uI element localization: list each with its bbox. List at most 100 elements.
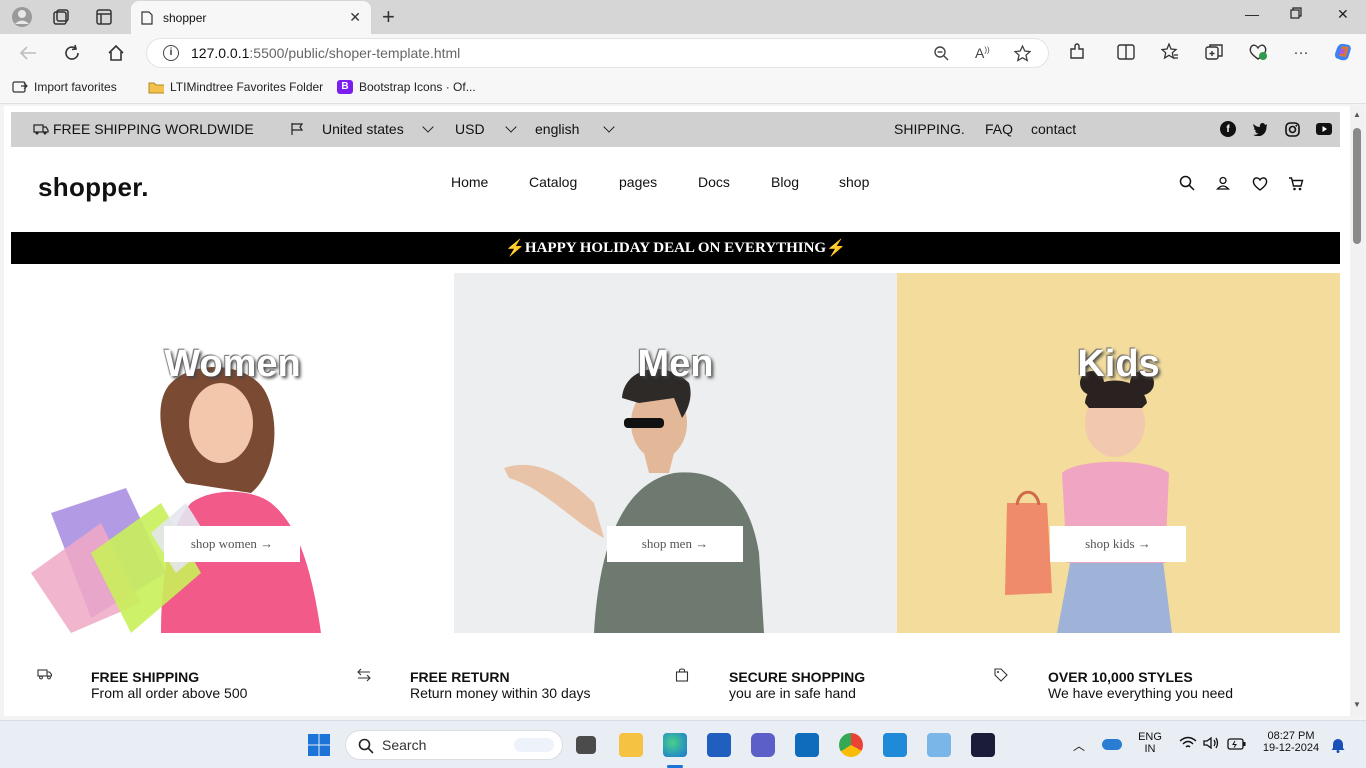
nav-shop[interactable]: shop xyxy=(839,174,869,190)
task-view-icon[interactable] xyxy=(576,736,596,754)
heart-icon[interactable] xyxy=(1251,174,1269,192)
facebook-icon[interactable]: f xyxy=(1220,121,1236,137)
shop-women-button[interactable]: shop women → xyxy=(164,526,300,562)
bootstrap-icon: B xyxy=(337,80,353,94)
collections-icon[interactable] xyxy=(1204,42,1224,62)
site-info-icon[interactable]: i xyxy=(163,45,179,61)
favorite-label: Import favorites xyxy=(34,80,117,94)
favorite-bootstrap-icons[interactable]: B Bootstrap Icons · Of... xyxy=(337,80,476,94)
taskbar-search-box[interactable]: Search xyxy=(345,730,563,760)
nav-blog[interactable]: Blog xyxy=(771,174,799,190)
url-host: 127.0.0.1 xyxy=(191,45,250,61)
feature-subtitle: you are in safe hand xyxy=(729,685,856,701)
outlook-icon[interactable] xyxy=(795,733,819,757)
snipping-tool-icon[interactable] xyxy=(927,733,951,757)
vs-code-icon[interactable] xyxy=(883,733,907,757)
minimize-button[interactable]: — xyxy=(1245,6,1259,22)
favorite-import[interactable]: Import favorites xyxy=(12,80,117,94)
favorites-icon[interactable] xyxy=(1160,42,1180,62)
read-aloud-icon[interactable]: A)) xyxy=(975,45,990,61)
profile-icon[interactable] xyxy=(11,6,33,28)
home-button[interactable] xyxy=(105,42,127,64)
copilot-icon[interactable] xyxy=(1333,42,1353,62)
chrome-icon[interactable] xyxy=(839,733,863,757)
nav-docs[interactable]: Docs xyxy=(698,174,730,190)
battery-icon[interactable] xyxy=(1227,737,1247,755)
nav-catalog[interactable]: Catalog xyxy=(529,174,577,190)
extensions-icon[interactable] xyxy=(1067,42,1087,62)
shopping-bag-icon xyxy=(675,668,689,682)
feature-title: FREE SHIPPING xyxy=(91,669,200,685)
youtube-icon[interactable] xyxy=(1316,121,1332,137)
scrollbar-thumb[interactable] xyxy=(1353,128,1361,244)
lightning-icon: ⚡ xyxy=(504,240,525,257)
file-explorer-icon[interactable] xyxy=(619,733,643,757)
user-icon[interactable] xyxy=(1214,174,1232,192)
web-page: FREE SHIPPING WORLDWIDE United states US… xyxy=(4,106,1350,716)
language-indicator[interactable]: ENG IN xyxy=(1136,731,1164,755)
search-icon xyxy=(358,738,374,754)
show-hidden-icons-chevron-icon[interactable]: ︿ xyxy=(1073,737,1085,754)
back-button[interactable] xyxy=(17,42,39,64)
notification-bell-icon[interactable] xyxy=(1330,737,1346,758)
cart-icon[interactable] xyxy=(1287,174,1305,192)
faq-link[interactable]: FAQ xyxy=(985,121,1013,137)
browser-essentials-icon[interactable] xyxy=(1248,42,1268,62)
shipping-link[interactable]: SHIPPING. xyxy=(894,121,965,137)
search-icon[interactable] xyxy=(1178,174,1196,192)
close-window-button[interactable]: ✕ xyxy=(1337,6,1349,23)
feature-title: SECURE SHOPPING xyxy=(729,669,866,685)
folder-icon xyxy=(148,82,164,94)
url-field[interactable]: i 127.0.0.1:5500/public/shoper-template.… xyxy=(146,38,1049,68)
shipping-link-text: SHIPPING. xyxy=(894,121,965,137)
scroll-down-icon[interactable]: ▼ xyxy=(1353,700,1361,709)
split-screen-icon[interactable] xyxy=(1116,42,1136,62)
site-logo[interactable]: shopper. xyxy=(38,172,149,203)
country-selector[interactable]: United states xyxy=(290,121,434,137)
page-scrollbar[interactable]: ▲ ▼ xyxy=(1350,106,1364,716)
microsoft-store-icon[interactable] xyxy=(707,733,731,757)
shop-men-button[interactable]: shop men → xyxy=(607,526,743,562)
twitter-icon[interactable] xyxy=(1252,121,1268,137)
shop-kids-button[interactable]: shop kids → xyxy=(1050,526,1186,562)
country-label: United states xyxy=(322,121,404,137)
refresh-button[interactable] xyxy=(61,42,83,64)
tab-actions-icon[interactable] xyxy=(93,6,115,28)
import-icon xyxy=(12,81,28,93)
clock[interactable]: 08:27 PM 19-12-2024 xyxy=(1256,730,1326,754)
truck-icon xyxy=(33,124,49,135)
page-icon xyxy=(141,10,153,25)
feature-subtitle: From all order above 500 xyxy=(91,685,248,701)
start-windows-icon[interactable] xyxy=(307,733,331,757)
volume-icon[interactable] xyxy=(1203,736,1221,755)
restore-button[interactable] xyxy=(1290,6,1302,22)
webex-icon[interactable] xyxy=(971,733,995,757)
contact-link[interactable]: contact xyxy=(1031,121,1076,137)
category-women[interactable]: Women shop women → xyxy=(11,273,454,633)
zoom-icon[interactable] xyxy=(933,45,949,64)
favorite-star-icon[interactable] xyxy=(1013,44,1032,65)
favorite-ltimindtree-folder[interactable]: LTIMindtree Favorites Folder xyxy=(148,80,323,94)
category-men[interactable]: Men shop men → xyxy=(454,273,897,633)
chevron-down-icon xyxy=(422,121,434,133)
nav-home[interactable]: Home xyxy=(451,174,488,190)
category-kids[interactable]: Kids shop kids → xyxy=(897,273,1340,633)
instagram-icon[interactable] xyxy=(1284,121,1300,137)
favorites-bar: Import favorites LTIMindtree Favorites F… xyxy=(0,72,1366,104)
nav-pages[interactable]: pages xyxy=(619,174,657,190)
onedrive-icon[interactable] xyxy=(1102,739,1122,750)
wifi-icon[interactable] xyxy=(1179,736,1197,753)
scroll-up-icon[interactable]: ▲ xyxy=(1353,110,1361,119)
category-title: Men xyxy=(637,343,714,385)
tab-shopper[interactable]: shopper ✕ xyxy=(131,1,371,34)
new-tab-button[interactable]: + xyxy=(382,4,395,30)
language-selector[interactable]: english xyxy=(535,121,616,137)
currency-selector[interactable]: USD xyxy=(455,121,517,137)
close-tab-icon[interactable]: ✕ xyxy=(349,9,361,26)
edge-browser-icon[interactable] xyxy=(663,733,687,757)
settings-more-icon[interactable]: ··· xyxy=(1291,42,1311,62)
teams-icon[interactable] xyxy=(751,733,775,757)
women-model-image xyxy=(31,366,321,633)
browser-tab-bar: shopper ✕ + — ✕ xyxy=(0,0,1366,34)
workspaces-icon[interactable] xyxy=(50,6,72,28)
